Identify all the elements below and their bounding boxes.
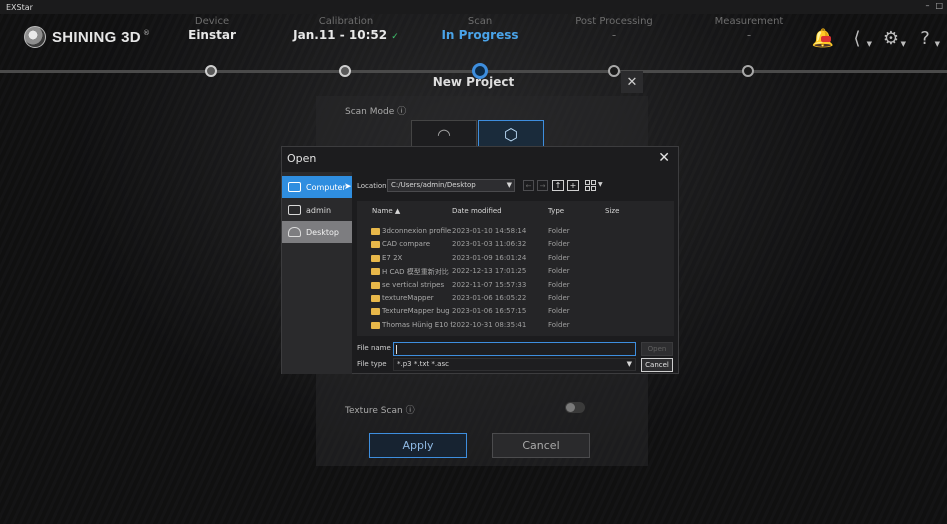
column-date[interactable]: Date modified (452, 207, 502, 215)
location-label: Location (357, 182, 387, 190)
cube-icon: ⬡ (504, 124, 518, 144)
location-combo[interactable]: C:/Users/admin/Desktop ▼ (387, 179, 515, 192)
table-row[interactable]: TextureMapper bug ... 2023-01-06 16:57:15… (357, 306, 674, 319)
file-type-select[interactable]: *.p3 *.txt *.asc ▼ (393, 358, 636, 371)
dialog-main: Location C:/Users/admin/Desktop ▼ ← → ↑ … (352, 172, 679, 374)
folder-icon (371, 255, 380, 262)
brand-logo: SHINING 3D ® (24, 26, 150, 48)
file-name-input[interactable] (393, 342, 636, 356)
settings-icon[interactable]: ⚙ ▼ (879, 26, 906, 50)
text-cursor (396, 345, 397, 354)
step-measurement[interactable]: Measurement - (679, 16, 819, 42)
table-row[interactable]: E7 2X 2023-01-09 16:01:24 Folder (357, 253, 674, 266)
folder-icon (371, 268, 380, 275)
folder-icon (288, 205, 301, 215)
header: SHINING 3D ® Device Einstar Calibration J… (0, 14, 947, 79)
new-project-title: New Project (432, 75, 515, 89)
step-value: - (746, 28, 752, 42)
step-label: Measurement (714, 16, 784, 27)
step-label: Calibration (318, 16, 374, 27)
apply-button[interactable]: Apply (369, 433, 467, 458)
step-label: Device (194, 16, 230, 27)
window-controls: – □ (925, 1, 943, 10)
file-name-label: File name (357, 344, 391, 352)
parent-folder-button[interactable]: ↑ (552, 180, 564, 191)
texture-scan-toggle[interactable] (565, 402, 585, 413)
forward-button[interactable]: → (537, 180, 548, 191)
table-row[interactable]: textureMapper 2023-01-06 16:05:22 Folder (357, 293, 674, 306)
step-value: In Progress (441, 28, 519, 42)
file-type-label: File type (357, 360, 387, 368)
folder-icon (371, 228, 380, 235)
app-title: EXStar (6, 2, 33, 12)
help-icon[interactable]: ? ▼ (913, 26, 940, 50)
step-value: - (611, 28, 617, 42)
column-name[interactable]: Name ▲ (372, 207, 400, 215)
chevron-down-icon[interactable]: ▼ (598, 181, 603, 188)
logo-mark-icon (24, 26, 46, 48)
dialog-close-icon[interactable]: ✕ (658, 150, 670, 166)
notification-badge (821, 36, 831, 42)
folder-icon (371, 308, 380, 315)
step-label: Post Processing (575, 16, 653, 27)
mouse-pointer-icon: ➤ (344, 182, 352, 192)
open-dialog: Open ✕ Computer admin Desktop Location C… (281, 146, 679, 374)
person-icon: ◠ (437, 124, 451, 144)
computer-icon (288, 182, 301, 192)
info-icon: ⓘ (397, 107, 407, 117)
scan-mode-object[interactable]: ⬡ (478, 120, 544, 148)
sidebar-item-desktop[interactable]: Desktop (282, 221, 352, 243)
home-icon (288, 227, 301, 237)
sidebar-item-computer[interactable]: Computer (282, 176, 352, 198)
folder-icon (371, 322, 380, 329)
table-row[interactable]: H CAD 模型重新对比 2022-12-13 17:01:25 Folder (357, 266, 674, 279)
folder-icon (371, 282, 380, 289)
scan-mode-label: Scan Mode ⓘ (345, 107, 407, 117)
cancel-button[interactable]: Cancel (492, 433, 590, 458)
back-button[interactable]: ← (523, 180, 534, 191)
header-icons: 🔔 ⟨▼ ⚙▼ ?▼ (811, 26, 940, 50)
minimize-button[interactable]: – (925, 1, 929, 10)
chevron-down-icon: ▼ (626, 360, 632, 368)
texture-scan-label: Texture Scan ⓘ (345, 406, 415, 416)
chevron-down-icon: ▼ (506, 181, 512, 189)
dialog-sidebar: Computer admin Desktop (282, 172, 352, 374)
step-scan[interactable]: Scan In Progress (410, 16, 550, 42)
folder-icon (371, 295, 380, 302)
table-row[interactable]: Thomas Hünig E10 fi...2022-10-31 08:35:4… (357, 320, 674, 333)
notification-icon[interactable]: 🔔 (811, 26, 835, 50)
step-post-processing[interactable]: Post Processing - (544, 16, 684, 42)
sidebar-item-admin[interactable]: admin (282, 199, 352, 221)
dialog-cancel-button[interactable]: Cancel (641, 358, 673, 372)
dialog-title: Open (287, 152, 317, 165)
share-icon[interactable]: ⟨ ▼ (845, 26, 872, 50)
table-row[interactable]: CAD compare 2023-01-03 11:06:32 Folder (357, 239, 674, 252)
table-row[interactable]: se vertical stripes 2022-11-07 15:57:33 Fo… (357, 280, 674, 293)
title-bar: EXStar – □ (0, 0, 947, 14)
column-size[interactable]: Size (605, 207, 619, 215)
check-icon: ✓ (391, 32, 399, 42)
open-button[interactable]: Open (641, 342, 673, 356)
step-label: Scan (467, 16, 493, 27)
step-calibration[interactable]: Calibration Jan.11 - 10:52 ✓ (276, 16, 416, 42)
view-mode-icon[interactable] (585, 180, 596, 191)
logo-text: SHINING 3D (52, 28, 141, 46)
step-value: Jan.11 - 10:52 ✓ (293, 28, 399, 42)
step-device[interactable]: Device Einstar (142, 16, 282, 42)
new-folder-button[interactable]: + (567, 180, 579, 191)
step-value: Einstar (188, 28, 236, 42)
info-icon: ⓘ (405, 406, 415, 416)
file-list: Name ▲ Date modified Type Size 3dconnexi… (357, 201, 674, 336)
new-project-close-button[interactable]: ✕ (621, 71, 643, 93)
maximize-button[interactable]: □ (935, 1, 943, 10)
column-type[interactable]: Type (548, 207, 564, 215)
scan-mode-portrait[interactable]: ◠ (411, 120, 477, 148)
folder-icon (371, 241, 380, 248)
table-row[interactable]: 3dconnexion profile 2023-01-10 14:58:14 Fo… (357, 226, 674, 239)
